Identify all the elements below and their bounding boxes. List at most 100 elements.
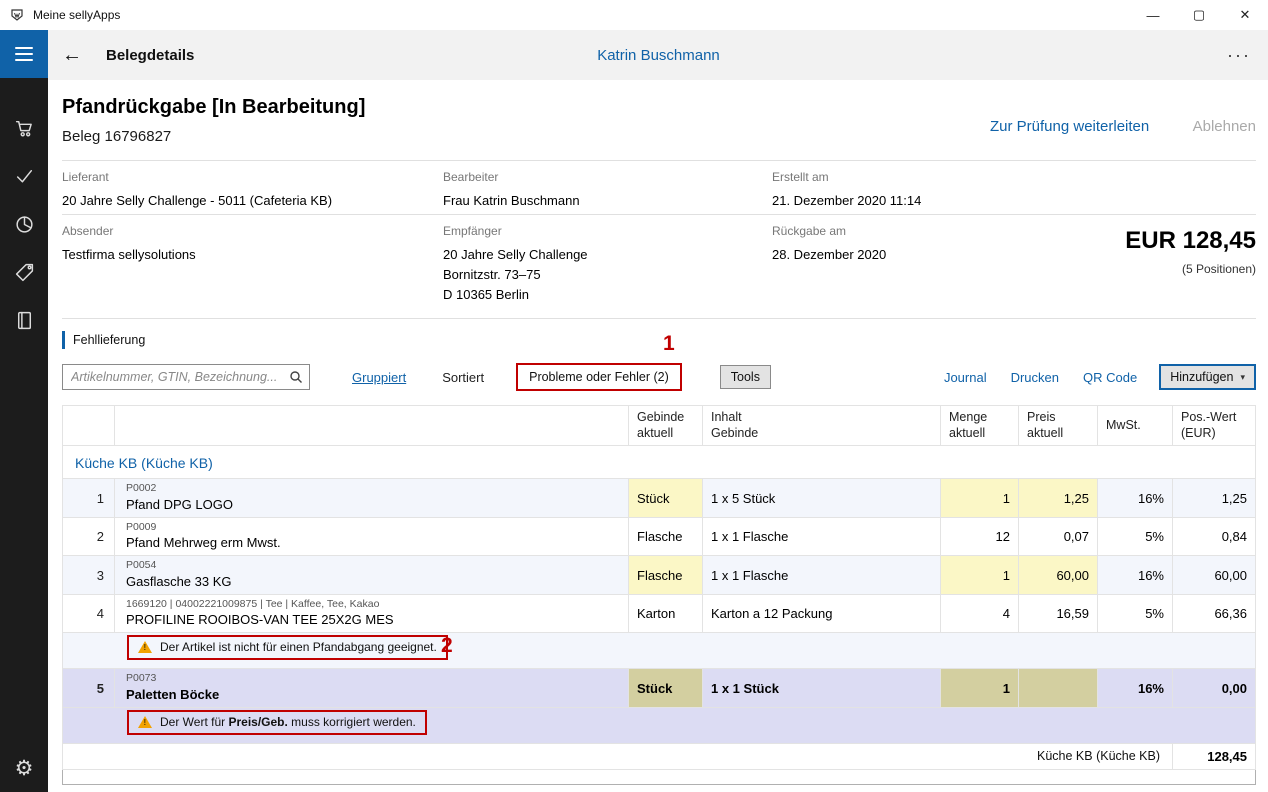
menu-icon[interactable] [0,30,48,78]
wert-cell: 1,25 [1173,479,1256,518]
journal-link[interactable]: Journal [944,370,987,385]
appbar: ← Belegdetails Katrin Buschmann ··· [48,30,1268,80]
inhalt-cell: 1 x 1 Flasche [703,556,941,595]
settings-gear-icon[interactable]: ⚙ [0,744,48,792]
forward-for-review-button[interactable]: Zur Prüfung weiterleiten [990,118,1149,135]
article-cell: P0073 Paletten Böcke [115,669,629,708]
titlebar: Meine sellyApps — ▢ ✕ [0,0,1268,30]
document-title: Pfandrückgabe [In Bearbeitung] [62,96,1256,119]
table-row-selected[interactable]: 5 P0073 Paletten Böcke Stück 1 x 1 Stück… [63,669,1256,708]
inhalt-cell: 1 x 1 Stück [703,669,941,708]
table-row[interactable]: 3 P0054 Gasflasche 33 KG Flasche 1 x 1 F… [63,556,1256,595]
preis-cell[interactable]: 16,59 [1019,594,1098,633]
field-label: Rückgabe am [772,224,886,238]
warning-message: Der Artikel ist nicht für einen Pfandabg… [127,635,448,660]
delivery-error-tag: Fehllieferung [62,331,153,349]
address-line: D 10365 Berlin [443,285,588,305]
content: Pfandrückgabe [In Bearbeitung] Beleg 167… [48,80,1268,792]
group-footer-label: Küche KB (Küche KB) [63,743,1173,769]
book-icon[interactable] [0,296,48,344]
col-pos-wert: Pos.-Wert (EUR) [1173,406,1256,446]
article-code: P0054 [126,559,620,573]
table-row[interactable]: 2 P0009 Pfand Mehrweg erm Mwst. Flasche … [63,517,1256,556]
preis-cell[interactable]: 60,00 [1019,556,1098,595]
field-value: Testfirma sellysolutions [62,245,196,265]
field-label: Lieferant [62,170,332,184]
search-input[interactable] [63,370,283,384]
article-code: P0073 [126,672,620,686]
article-cell: P0002 Pfand DPG LOGO [115,479,629,518]
gebinde-cell[interactable]: Stück [629,479,703,518]
row-number: 3 [63,556,115,595]
mwst-cell: 16% [1098,479,1173,518]
problems-or-errors-button[interactable]: Probleme oder Fehler (2) [516,363,682,391]
menge-cell[interactable]: 1 [941,669,1019,708]
table-row[interactable]: 4 1669120 | 04002221009875 | Tee | Kaffe… [63,594,1256,633]
row-number: 5 [63,669,115,708]
article-code: P0009 [126,521,620,535]
field-lieferant: Lieferant 20 Jahre Selly Challenge - 501… [62,170,332,211]
col-number [63,406,115,446]
sorted-link[interactable]: Sortiert [442,370,484,385]
back-button[interactable]: ← [62,44,82,67]
toolbar: Gruppiert Sortiert Probleme oder Fehler … [62,363,1256,391]
table-row[interactable]: 1 P0002 Pfand DPG LOGO Stück 1 x 5 Stück… [63,479,1256,518]
col-article [115,406,629,446]
page-title: Belegdetails [106,47,194,64]
reject-button[interactable]: Ablehnen [1193,118,1256,135]
article-name: Pfand Mehrweg erm Mwst. [126,535,620,552]
col-preis: Preis aktuell [1019,406,1098,446]
col-mwst: MwSt. [1098,406,1173,446]
col-inhalt: Inhalt Gebinde [703,406,941,446]
address-line: Bornitzstr. 73–75 [443,265,588,285]
warning-row: Der Wert für Preis/Geb. muss korrigiert … [63,707,1256,743]
minimize-button[interactable]: — [1130,0,1176,30]
pie-chart-icon[interactable] [0,200,48,248]
tag-icon[interactable] [0,248,48,296]
grouped-link[interactable]: Gruppiert [352,370,406,385]
sidebar: ⚙ [0,30,48,792]
article-code: P0002 [126,482,620,496]
main-area: ← Belegdetails Katrin Buschmann ··· Pfan… [48,30,1268,792]
article-cell: 1669120 | 04002221009875 | Tee | Kaffee,… [115,594,629,633]
gebinde-cell[interactable]: Karton [629,594,703,633]
check-icon[interactable] [0,152,48,200]
close-button[interactable]: ✕ [1222,0,1268,30]
qr-code-link[interactable]: QR Code [1083,370,1137,385]
field-absender: Absender Testfirma sellysolutions [62,224,196,265]
menge-cell[interactable]: 4 [941,594,1019,633]
preis-cell[interactable]: 1,25 [1019,479,1098,518]
field-rueckgabe-am: Rückgabe am 28. Dezember 2020 [772,224,886,265]
gebinde-cell[interactable]: Flasche [629,517,703,556]
group-header-row: Küche KB (Küche KB) [63,446,1256,479]
total-block: EUR 128,45 (5 Positionen) [1125,227,1256,276]
menge-cell[interactable]: 12 [941,517,1019,556]
wert-cell: 0,84 [1173,517,1256,556]
maximize-button[interactable]: ▢ [1176,0,1222,30]
search-icon[interactable] [283,370,309,384]
article-name: Gasflasche 33 KG [126,574,620,591]
field-value: 28. Dezember 2020 [772,245,886,265]
tag-row: Fehllieferung [62,318,1256,349]
total-positions: (5 Positionen) [1125,262,1256,276]
wert-cell: 66,36 [1173,594,1256,633]
user-name-link[interactable]: Katrin Buschmann [597,47,720,64]
cart-icon[interactable] [0,104,48,152]
window-controls: — ▢ ✕ [1130,0,1268,30]
tools-button[interactable]: Tools [720,365,771,389]
wert-cell: 60,00 [1173,556,1256,595]
table-header-row: Gebinde aktuell Inhalt Gebinde Menge akt… [63,406,1256,446]
field-empfaenger: Empfänger 20 Jahre Selly Challenge Borni… [443,224,588,305]
more-options-icon[interactable]: ··· [1227,50,1251,61]
menge-cell[interactable]: 1 [941,556,1019,595]
preis-cell[interactable]: 0,07 [1019,517,1098,556]
print-link[interactable]: Drucken [1011,370,1059,385]
gebinde-cell[interactable]: Stück [629,669,703,708]
add-button[interactable]: Hinzufügen ▾ [1159,364,1256,390]
preis-cell[interactable] [1019,669,1098,708]
field-bearbeiter: Bearbeiter Frau Katrin Buschmann [443,170,580,211]
gebinde-cell[interactable]: Flasche [629,556,703,595]
app-icon [9,7,25,23]
menge-cell[interactable]: 1 [941,479,1019,518]
inhalt-cell: 1 x 1 Flasche [703,517,941,556]
